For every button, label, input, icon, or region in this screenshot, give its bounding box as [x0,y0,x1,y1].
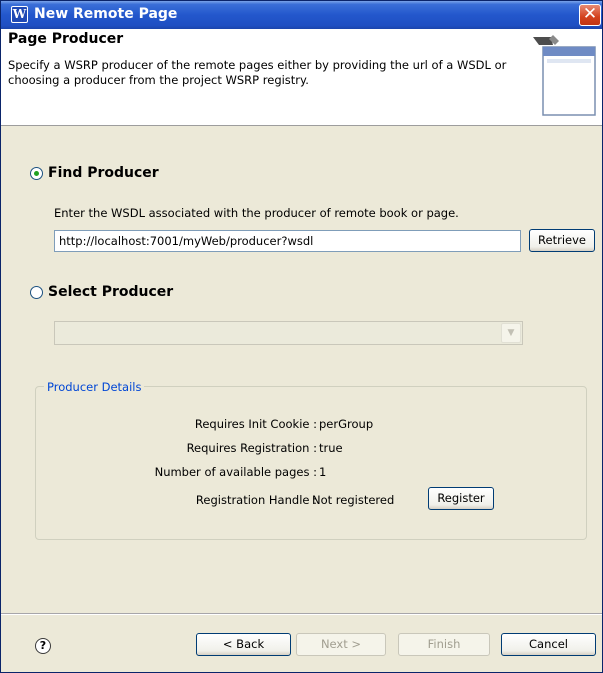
requires-init-cookie-value: perGroup [319,417,374,431]
select-producer-radio[interactable] [30,286,43,299]
find-producer-label[interactable]: Find Producer [48,165,159,181]
app-icon: W [11,6,28,23]
finish-button[interactable]: Finish [398,633,490,656]
producer-select[interactable]: ▼ [54,321,523,345]
retrieve-button[interactable]: Retrieve [529,229,595,252]
footer-separator [1,613,602,615]
wsdl-instruction: Enter the WSDL associated with the produ… [54,206,459,220]
back-button[interactable]: < Back [196,633,291,656]
page-title: Page Producer [8,31,124,47]
available-pages-label: Number of available pages : [154,465,317,479]
page-description: Specify a WSRP producer of the remote pa… [8,58,507,87]
wsdl-url-input[interactable]: http://localhost:7001/myWeb/producer?wsd… [54,230,521,252]
window-title: New Remote Page [34,6,178,22]
new-remote-page-dialog: W New Remote Page ✕ Page Producer Specif… [0,0,603,673]
close-button[interactable]: ✕ [579,4,601,26]
chevron-down-icon[interactable]: ▼ [501,323,521,343]
registration-handle-value: Not registered [312,493,395,507]
requires-init-cookie-label: Requires Init Cookie : [194,417,317,431]
help-icon[interactable]: ? [35,638,51,654]
available-pages-value: 1 [319,465,327,479]
find-producer-radio[interactable] [30,167,43,180]
select-producer-label[interactable]: Select Producer [48,284,173,300]
producer-details-legend: Producer Details [44,380,145,394]
title-bar[interactable]: W New Remote Page ✕ [1,1,602,29]
register-button[interactable]: Register [428,487,494,510]
requires-registration-label: Requires Registration : [186,441,317,455]
wizard-page-icon [533,35,596,116]
requires-registration-value: true [319,441,343,455]
registration-handle-label: Registration Handle : [195,493,317,507]
producer-details-group [35,386,587,540]
cancel-button[interactable]: Cancel [501,633,596,656]
next-button[interactable]: Next > [296,633,386,656]
